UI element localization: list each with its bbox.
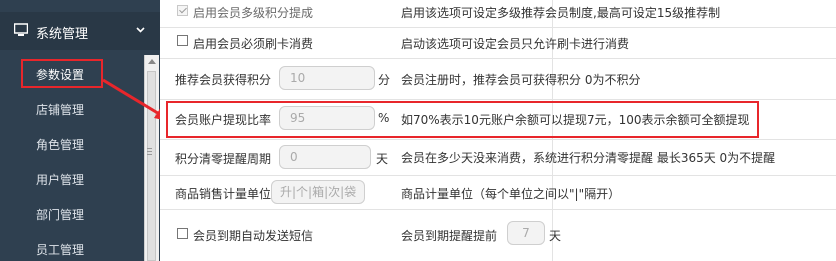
- monitor-icon: [14, 23, 28, 36]
- chevron-down-icon: [136, 27, 145, 33]
- referral-points-desc: 会员注册时，推荐会员可获得积分 0为不积分: [401, 73, 641, 87]
- multilevel-checkbox[interactable]: [177, 5, 188, 16]
- highlight-box-sidebar: [21, 59, 103, 88]
- sidebar-item-employee-management[interactable]: 员工管理: [0, 232, 144, 261]
- points-clear-desc: 会员在多少天没来消费，系统进行积分清零提醒 最长365天 0为不提醒: [401, 151, 776, 165]
- table-row: 启用会员多级积分提成 启用该选项可设定多级推荐会员制度,最高可设定15级推荐制: [160, 0, 836, 28]
- table-row: 会员到期自动发送短信 会员到期提醒提前 7 天: [160, 210, 836, 261]
- sidebar-item-role-management[interactable]: 角色管理: [0, 127, 144, 161]
- highlight-box-row: [166, 101, 759, 138]
- referral-points-input[interactable]: 10: [279, 66, 375, 90]
- expiry-sms-desc: 会员到期提醒提前: [401, 229, 498, 243]
- table-row: 启用会员必须刷卡消费 启动该选项可设定会员只允许刷卡进行消费: [160, 28, 836, 59]
- sidebar-item-label: 员工管理: [36, 243, 85, 257]
- sales-unit-label: 商品销售计量单位: [175, 187, 272, 201]
- table-row: 积分清零提醒周期 0 天 会员在多少天没来消费，系统进行积分清零提醒 最长365…: [160, 140, 836, 176]
- sales-unit-desc: 商品计量单位（每个单位之间以"|"隔开）: [401, 187, 621, 201]
- scroll-up-icon[interactable]: [148, 59, 156, 64]
- points-clear-input[interactable]: 0: [279, 145, 371, 169]
- table-row: 商品销售计量单位 升|个|箱|次|袋 商品计量单位（每个单位之间以"|"隔开）: [160, 176, 836, 210]
- multilevel-desc: 启用该选项可设定多级推荐会员制度,最高可设定15级推荐制: [401, 6, 721, 20]
- settings-table: 启用会员多级积分提成 启用该选项可设定多级推荐会员制度,最高可设定15级推荐制 …: [160, 0, 836, 261]
- sidebar-item-department-management[interactable]: 部门管理: [0, 197, 144, 231]
- expiry-sms-checkbox[interactable]: [177, 228, 188, 239]
- card-required-desc: 启动该选项可设定会员只允许刷卡进行消费: [401, 37, 630, 51]
- expiry-sms-days-input[interactable]: 7: [507, 221, 545, 245]
- multilevel-label: 启用会员多级积分提成: [193, 6, 314, 20]
- points-clear-unit: 天: [376, 152, 389, 166]
- scrollbar-thumb[interactable]: [147, 71, 156, 261]
- nav-system-management[interactable]: 系统管理: [0, 12, 160, 50]
- sidebar-item-label: 部门管理: [36, 208, 85, 222]
- card-required-label: 启用会员必须刷卡消费: [193, 37, 314, 51]
- sidebar-item-user-management[interactable]: 用户管理: [0, 162, 144, 196]
- sidebar-scrollbar[interactable]: [144, 55, 159, 261]
- sales-unit-field[interactable]: 升|个|箱|次|袋: [271, 180, 366, 204]
- card-required-checkbox[interactable]: [177, 35, 188, 46]
- points-clear-label: 积分清零提醒周期: [175, 152, 272, 166]
- sidebar-item-label: 用户管理: [36, 173, 85, 187]
- sidebar-item-store-management[interactable]: 店铺管理: [0, 92, 144, 126]
- scrollbar-grip: [147, 148, 152, 149]
- sidebar: 系统管理 参数设置 店铺管理 角色管理 用户管理 部门管理 员工管理: [0, 0, 160, 261]
- sidebar-item-label: 店铺管理: [36, 103, 85, 117]
- sidebar-item-label: 角色管理: [36, 138, 85, 152]
- nav-section-label: 系统管理: [36, 27, 89, 42]
- referral-points-unit: 分: [378, 73, 391, 87]
- table-row: 推荐会员获得积分 10 分 会员注册时，推荐会员可获得积分 0为不积分: [160, 59, 836, 100]
- expiry-sms-label: 会员到期自动发送短信: [193, 229, 314, 243]
- referral-points-label: 推荐会员获得积分: [175, 73, 272, 87]
- expiry-sms-unit: 天: [549, 229, 562, 243]
